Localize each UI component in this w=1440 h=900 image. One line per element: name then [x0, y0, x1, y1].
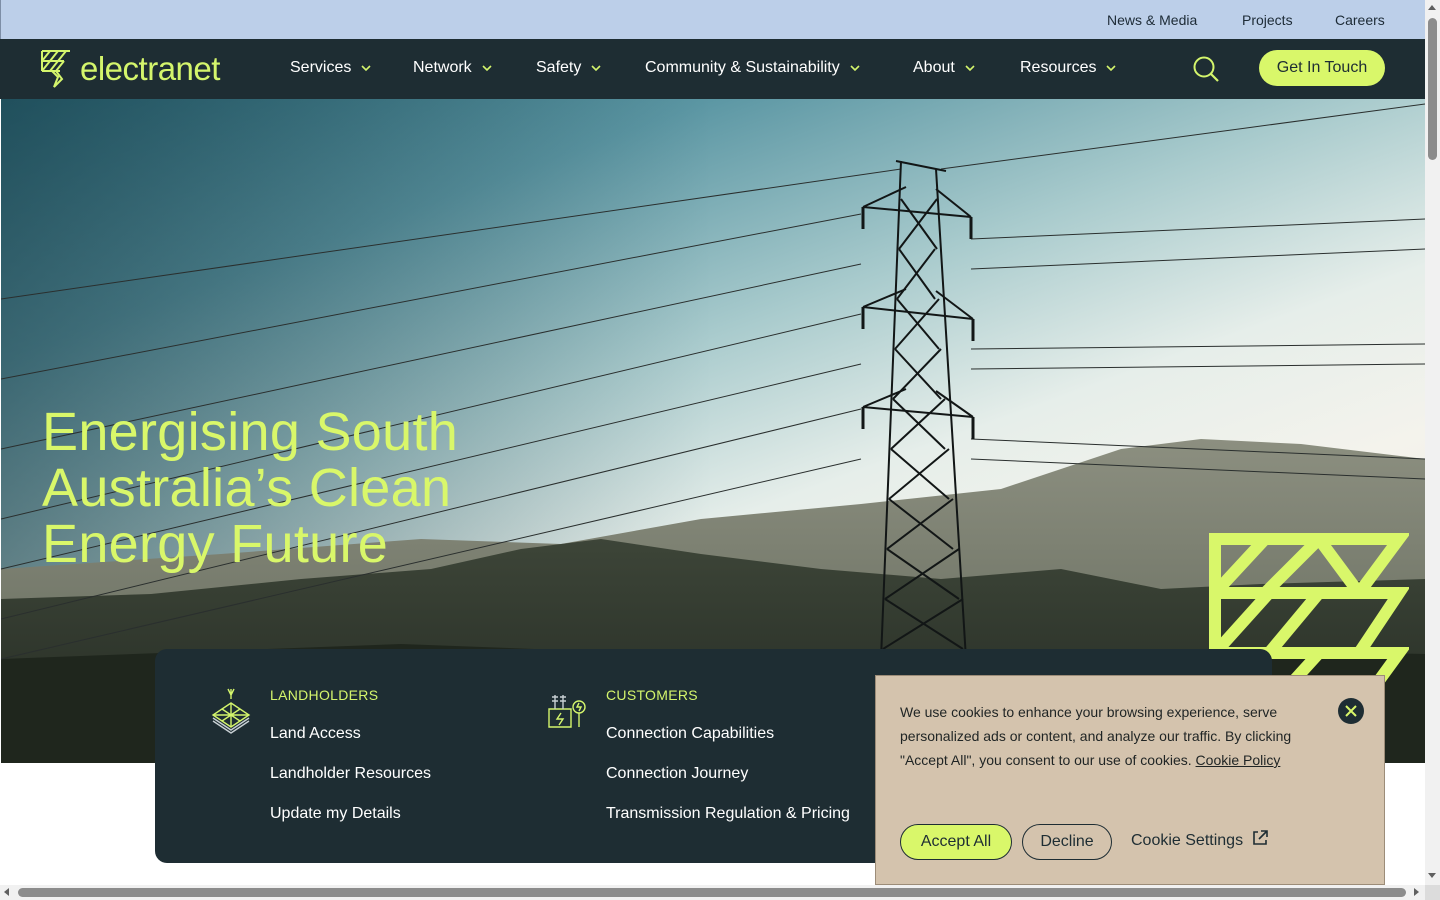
land-parcel-icon — [211, 688, 251, 734]
main-nav: electranet Services Network Safety Commu… — [0, 39, 1425, 99]
horizontal-scroll-thumb[interactable] — [18, 888, 1406, 897]
link-connection-journey[interactable]: Connection Journey — [606, 765, 748, 783]
cookie-settings-link[interactable]: Cookie Settings — [1131, 830, 1269, 850]
substation-icon — [548, 695, 586, 728]
utility-link-news-media[interactable]: News & Media — [1107, 12, 1197, 28]
scroll-right-arrow-icon[interactable] — [1414, 888, 1419, 896]
link-land-access[interactable]: Land Access — [270, 725, 361, 743]
cookie-policy-link[interactable]: Cookie Policy — [1196, 752, 1281, 768]
nav-label: Services — [290, 59, 352, 76]
scroll-up-arrow-icon[interactable] — [1428, 5, 1436, 10]
chevron-down-icon — [965, 65, 975, 72]
nav-network[interactable]: Network — [413, 59, 492, 77]
nav-label: Resources — [1020, 59, 1097, 76]
search-icon — [1193, 56, 1219, 82]
brand-name: electranet — [80, 50, 220, 87]
chevron-down-icon — [591, 65, 601, 72]
get-in-touch-button[interactable]: Get In Touch — [1259, 50, 1385, 86]
nav-about[interactable]: About — [913, 59, 975, 77]
link-landholder-resources[interactable]: Landholder Resources — [270, 765, 431, 783]
nav-label: Community & Sustainability — [645, 59, 840, 76]
chevron-down-icon — [361, 65, 371, 72]
search-button[interactable] — [1192, 55, 1220, 83]
quick-links-heading: LANDHOLDERS — [270, 687, 379, 703]
nav-resources[interactable]: Resources — [1020, 59, 1117, 77]
horizontal-scrollbar[interactable] — [0, 885, 1425, 900]
utility-link-projects[interactable]: Projects — [1242, 12, 1293, 28]
decline-button[interactable]: Decline — [1022, 824, 1112, 860]
link-connection-capabilities[interactable]: Connection Capabilities — [606, 725, 774, 743]
vertical-scrollbar[interactable] — [1425, 0, 1440, 885]
cookie-settings-label: Cookie Settings — [1131, 832, 1244, 849]
utility-link-careers[interactable]: Careers — [1335, 12, 1385, 28]
nav-safety[interactable]: Safety — [536, 59, 601, 77]
scroll-left-arrow-icon[interactable] — [4, 888, 9, 896]
nav-community-sustainability[interactable]: Community & Sustainability — [645, 59, 860, 77]
electranet-logo-icon — [41, 50, 70, 88]
chevron-down-icon — [1106, 65, 1117, 72]
brand-logo[interactable]: electranet — [40, 49, 220, 89]
scroll-down-arrow-icon[interactable] — [1428, 873, 1436, 878]
vertical-scroll-thumb[interactable] — [1428, 18, 1437, 160]
cookie-message: We use cookies to enhance your browsing … — [900, 700, 1310, 772]
cookie-close-button[interactable] — [1338, 698, 1364, 724]
accept-all-button[interactable]: Accept All — [900, 824, 1012, 860]
external-link-icon — [1253, 830, 1268, 845]
utility-bar: News & Media Projects Careers — [0, 0, 1425, 39]
link-update-my-details[interactable]: Update my Details — [270, 805, 401, 823]
scrollbar-corner — [1425, 885, 1440, 900]
close-icon — [1345, 705, 1357, 717]
chevron-down-icon — [482, 65, 492, 72]
chevron-down-icon — [850, 65, 860, 72]
nav-services[interactable]: Services — [290, 59, 371, 77]
quick-links-heading: CUSTOMERS — [606, 687, 698, 703]
nav-label: Network — [413, 59, 472, 76]
nav-label: About — [913, 59, 955, 76]
hero-title: Energising South Australia’s Clean Energ… — [42, 402, 459, 574]
nav-label: Safety — [536, 59, 582, 76]
cookie-banner: We use cookies to enhance your browsing … — [875, 675, 1385, 885]
link-transmission-regulation-pricing[interactable]: Transmission Regulation & Pricing — [606, 805, 850, 823]
